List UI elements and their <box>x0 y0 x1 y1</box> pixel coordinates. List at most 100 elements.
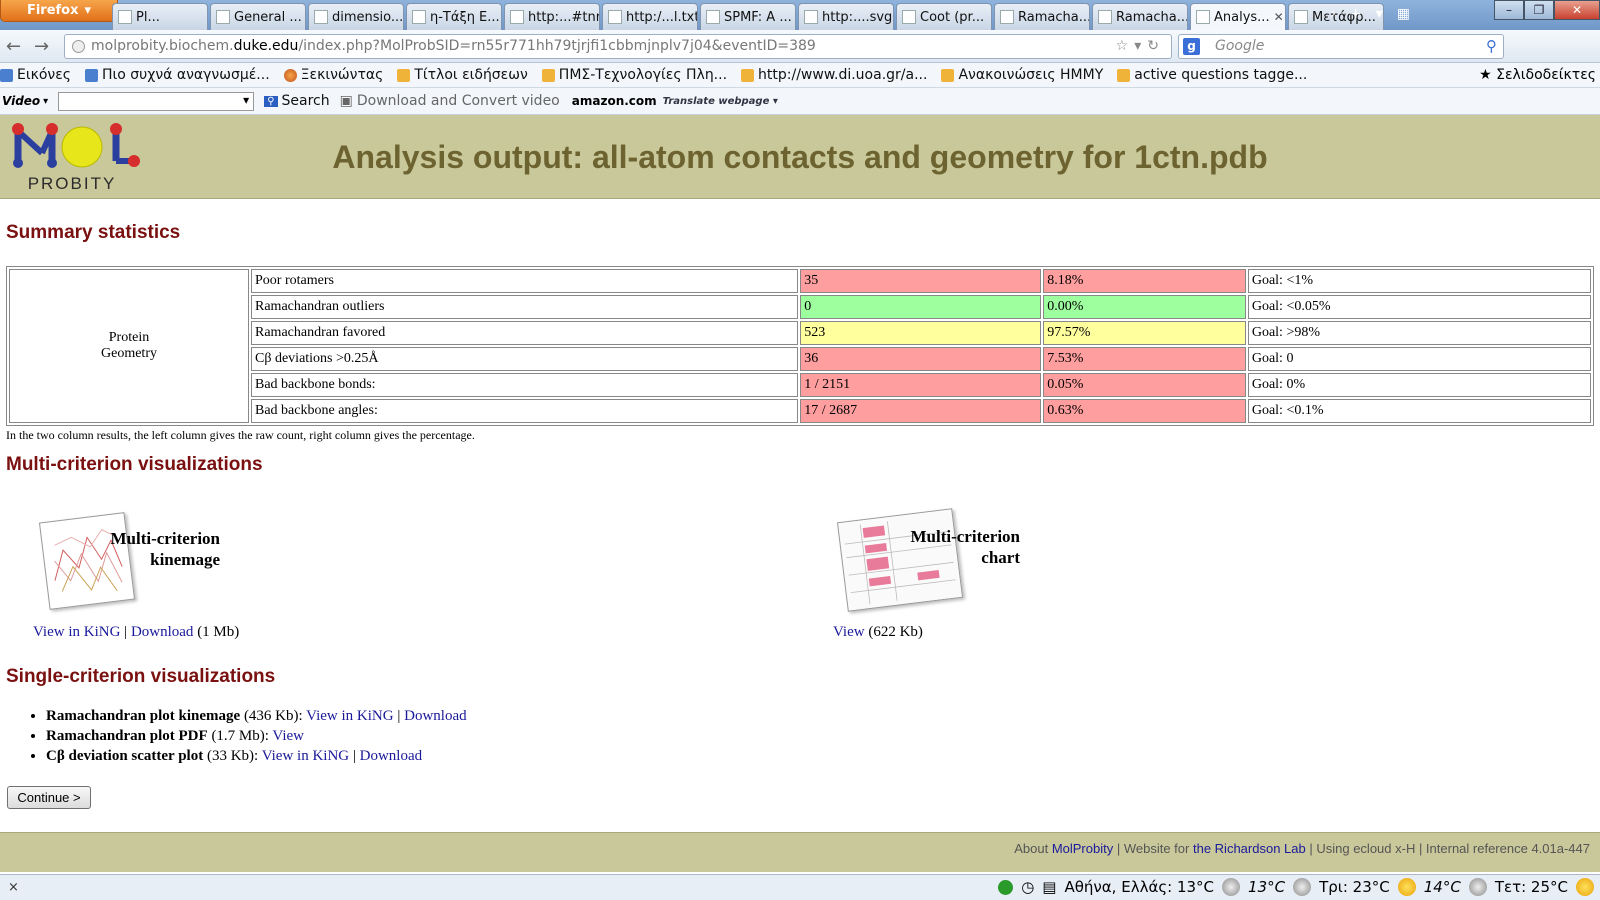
richardson-lab-link[interactable]: the Richardson Lab <box>1193 841 1306 856</box>
favicon-icon <box>902 10 916 24</box>
bookmark-item[interactable]: Πιο συχνά αναγνωσμέ... <box>85 67 270 83</box>
maximize-button[interactable]: ❐ <box>1524 0 1554 20</box>
address-bar[interactable]: molprobity.biochem.duke.edu/index.php?Mo… <box>64 34 1172 59</box>
bookmark-item[interactable]: http://www.di.uoa.gr/a... <box>741 67 927 83</box>
tab-list-icon[interactable]: ▾ <box>1376 6 1383 22</box>
bookmark-item[interactable]: active questions tagge... <box>1117 67 1307 83</box>
firefox-menu-button[interactable]: Firefox ▾ <box>0 0 118 22</box>
new-tab-icon[interactable]: + <box>1350 6 1362 22</box>
page-footer: About MolProbity | Website for the Richa… <box>0 832 1600 872</box>
item-view-link[interactable]: View in KiNG <box>306 708 393 724</box>
amazon-logo[interactable]: amazon.com <box>572 94 657 108</box>
tab-4[interactable]: http:...#tnr <box>504 3 600 30</box>
tab-0[interactable]: Pl... <box>112 3 208 30</box>
item-download-link[interactable]: Download <box>404 708 467 724</box>
panorama-icon[interactable]: ▦ <box>1397 6 1410 22</box>
tab-scroll-right-icon[interactable]: › <box>1330 6 1336 22</box>
star-icon[interactable]: ☆ <box>1116 38 1135 54</box>
chart-view-link[interactable]: View <box>833 624 865 640</box>
tab-11[interactable]: Analys... ✕ <box>1190 3 1286 30</box>
dropdown-icon[interactable]: ▾ <box>1134 38 1147 54</box>
close-window-button[interactable]: ✕ <box>1554 0 1600 20</box>
tab-3[interactable]: η-Τάξη Ε... <box>406 3 502 30</box>
video-search-select[interactable] <box>58 91 255 111</box>
table-row: Protein Geometry Poor rotamers 35 8.18% Goa… <box>9 269 1591 423</box>
cloud-icon <box>1468 878 1487 896</box>
favicon-icon <box>804 10 818 24</box>
tab-label: http:/...l.txt <box>626 9 698 25</box>
tab-label: Analys... <box>1214 9 1270 25</box>
item-view-link[interactable]: View <box>272 728 304 744</box>
cloud-icon <box>1293 878 1312 896</box>
item-view-link[interactable]: View in KiNG <box>262 748 349 764</box>
footer-about: About <box>1014 841 1049 856</box>
footer-website-for: | Website for <box>1116 841 1190 856</box>
rss-feed-icon <box>541 68 555 82</box>
item-download-link[interactable]: Download <box>360 748 423 764</box>
favicon-icon <box>412 10 426 24</box>
kinemage-download-link[interactable]: Download <box>131 624 194 640</box>
tab-5[interactable]: http:/...l.txt <box>602 3 698 30</box>
bookmarks-toolbar: Εικόνες Πιο συχνά αναγνωσμέ... Ξεκινώντας Τ… <box>0 63 1600 88</box>
tab-6[interactable]: SPMF: A ... <box>700 3 796 30</box>
close-icon[interactable]: × <box>8 880 19 895</box>
minimize-button[interactable]: – <box>1494 0 1524 20</box>
tab-label: Pl... <box>136 9 160 25</box>
film-icon: ▣ <box>339 93 353 109</box>
item-name: Ramachandran plot PDF <box>46 728 208 744</box>
kinemage-caption: Multi-criterion kinemage <box>110 529 220 569</box>
back-icon[interactable]: ← <box>6 36 21 57</box>
cell-goal: Goal: >98% <box>1247 321 1591 345</box>
page-header: PROBITY Analysis output: all-atom contac… <box>0 115 1600 199</box>
item-name: Cβ deviation scatter plot <box>46 748 204 764</box>
weather-widget[interactable]: ◷ ▤ Αθήνα, Ελλάς: 13°C 13°C Τρι: 23°C 14… <box>998 878 1594 896</box>
search-icon[interactable]: ⚲ <box>1486 37 1497 55</box>
forward-icon[interactable]: → <box>34 36 49 57</box>
tab-label: Ramacha... <box>1018 9 1090 25</box>
sun-icon <box>1576 878 1594 896</box>
cell-goal: Goal: <1% <box>1247 269 1591 293</box>
bookmark-item[interactable]: Εικόνες <box>0 67 71 83</box>
list-item: Ramachandran plot kinemage (436 Kb): Vie… <box>46 706 467 726</box>
weather-forecast-2: Τετ: 25°C <box>1494 878 1568 896</box>
favicon-icon <box>608 10 622 24</box>
site-identity-icon[interactable] <box>72 40 85 53</box>
molprobity-link[interactable]: MolProbity <box>1052 841 1113 856</box>
bookmark-label: Ξεκινώντας <box>300 67 384 83</box>
separator: | <box>352 748 356 764</box>
bookmarks-menu[interactable]: ★ Σελιδοδείκτες <box>1479 67 1596 83</box>
bookmark-item[interactable]: Ξεκινώντας <box>283 67 384 83</box>
tab-strip: Pl... General ... dimensio... η-Τάξη Ε... ht… <box>112 3 1384 30</box>
download-convert-button[interactable]: ▣ Download and Convert video <box>340 93 560 109</box>
cell-goal: Goal: <0.1% <box>1247 399 1591 423</box>
bookmark-item[interactable]: Τίτλοι ειδήσεων <box>397 67 528 83</box>
bookmark-item[interactable]: ΠΜΣ-Τεχνολογίες Πλη... <box>541 67 727 83</box>
molprobity-logo[interactable]: PROBITY <box>4 119 140 195</box>
continue-button[interactable]: Continue > <box>7 786 91 809</box>
tab-bar: Firefox ▾ Pl... General ... dimensio... η-Τά… <box>0 0 1600 30</box>
close-tab-icon[interactable]: ✕ <box>1274 10 1284 24</box>
tab-label: http:....svg <box>822 9 893 25</box>
bookmark-item[interactable]: Ανακοινώσεις HMMY <box>941 67 1103 83</box>
search-input[interactable]: g Google ⚲ <box>1178 34 1504 59</box>
translate-button[interactable]: Translate webpage ▾ <box>663 96 778 107</box>
tab-2[interactable]: dimensio... <box>308 3 404 30</box>
google-icon[interactable]: g <box>1183 38 1200 55</box>
video-search-button[interactable]: ⚲ Search <box>264 93 330 109</box>
kinemage-view-in-king-link[interactable]: View in KiNG <box>33 624 120 640</box>
chart-links: View (622 Kb) <box>833 624 923 641</box>
favicon-icon <box>510 10 524 24</box>
tab-10[interactable]: Ramacha... <box>1092 3 1188 30</box>
tab-9[interactable]: Ramacha... <box>994 3 1090 30</box>
tab-label: Ramacha... <box>1116 9 1188 25</box>
tab-8[interactable]: Coot (pr... <box>896 3 992 30</box>
weather-temp-1: 13°C <box>1248 878 1286 896</box>
tab-7[interactable]: http:....svg <box>798 3 894 30</box>
tab-1[interactable]: General ... <box>210 3 306 30</box>
summary-heading: Summary statistics <box>6 222 181 243</box>
tab-controls: › + ▾ ▦ <box>1330 6 1410 22</box>
url-prefix: molprobity.biochem. <box>91 38 234 54</box>
reload-icon[interactable]: ↻ <box>1147 38 1165 54</box>
chevron-down-icon[interactable]: ▾ <box>43 96 48 107</box>
chart-caption: Multi-criterion chart <box>910 527 1020 567</box>
